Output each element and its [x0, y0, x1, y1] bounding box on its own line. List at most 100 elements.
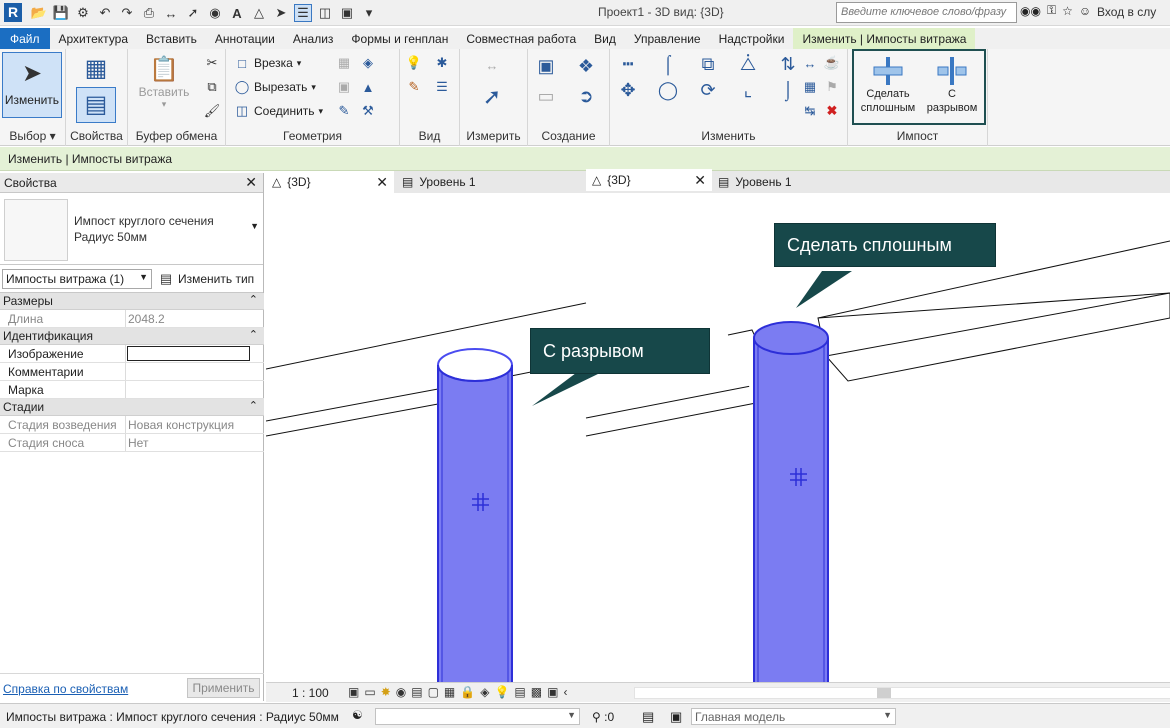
- tab-addins[interactable]: Надстройки: [710, 28, 794, 49]
- instance-filter-select[interactable]: Импосты витража (1) ▼: [2, 269, 152, 289]
- group-select-label[interactable]: Выбор ▾: [0, 129, 65, 143]
- properties-toggle-button[interactable]: ▤: [76, 87, 116, 123]
- cut-geometry-button[interactable]: ◯ Вырезать ▾: [234, 79, 316, 95]
- analytical-model-icon[interactable]: ▣: [547, 685, 558, 699]
- delete-icon[interactable]: ✖: [824, 103, 840, 119]
- override-graphics-icon[interactable]: ✱: [434, 55, 450, 71]
- linework-icon[interactable]: ✎: [406, 79, 422, 95]
- create-similar-icon[interactable]: ➲: [574, 85, 598, 107]
- align-icon[interactable]: ┅: [616, 53, 640, 75]
- binoculars-icon[interactable]: ◉◉: [1020, 4, 1041, 18]
- wall-joins-icon[interactable]: ▦: [336, 55, 352, 71]
- horizontal-scrollbar[interactable]: [634, 687, 1170, 699]
- customize-qat-icon[interactable]: ▾: [360, 4, 378, 22]
- copy-icon[interactable]: ⧉: [204, 79, 220, 95]
- redo-icon[interactable]: ↷: [118, 4, 136, 22]
- workset-select[interactable]: ▼: [375, 708, 580, 725]
- mirror-axis-icon[interactable]: ⧉: [696, 53, 720, 75]
- unpin-icon[interactable]: ☕: [824, 55, 840, 71]
- aligned-dimension-ribbon-icon[interactable]: ➚: [474, 84, 510, 109]
- scroll-left-icon[interactable]: ‹: [563, 685, 567, 699]
- design-option-select[interactable]: Главная модель ▼: [691, 708, 896, 725]
- demolish-icon[interactable]: ▲: [360, 79, 376, 95]
- collapse-caret-icon[interactable]: ⌃: [249, 399, 258, 412]
- match-type-icon[interactable]: 🖌: [204, 103, 221, 119]
- properties-help-link[interactable]: Справка по свойствам: [3, 682, 128, 696]
- editing-requests-icon[interactable]: ▤: [642, 709, 654, 725]
- offset-icon[interactable]: ⌠: [656, 53, 680, 75]
- copy-element-icon[interactable]: ◯: [656, 79, 680, 101]
- shadows-icon[interactable]: ◉: [396, 685, 406, 699]
- close-icon[interactable]: ✕: [694, 172, 706, 189]
- trim-multi-icon[interactable]: ⌡: [776, 79, 800, 101]
- search-input[interactable]: Введите ключевое слово/фразу: [836, 2, 1017, 23]
- reveal-hidden-icon[interactable]: 💡: [494, 685, 509, 699]
- edit-type-button[interactable]: ▤ Изменить тип: [158, 271, 254, 287]
- property-value[interactable]: [126, 381, 264, 398]
- collapse-caret-icon[interactable]: ⌃: [249, 293, 258, 306]
- revit-logo[interactable]: R: [4, 3, 22, 22]
- cope-button[interactable]: □ Врезка ▾: [234, 55, 301, 71]
- tab-file[interactable]: Файл: [0, 28, 50, 49]
- rotate-icon[interactable]: ⟳: [696, 79, 720, 101]
- tab-annotate[interactable]: Аннотации: [206, 28, 284, 49]
- split-face-icon[interactable]: ▣: [336, 79, 352, 95]
- chevron-down-icon[interactable]: ▼: [250, 221, 259, 231]
- subscription-icon[interactable]: ⚿: [1047, 3, 1056, 18]
- trim-extend-icon[interactable]: ⌞: [736, 79, 760, 101]
- render-icon[interactable]: ▤: [411, 685, 422, 699]
- collapse-caret-icon[interactable]: ⌃: [249, 328, 258, 341]
- tab-view[interactable]: Вид: [585, 28, 625, 49]
- sync-icon[interactable]: ⚙: [74, 4, 92, 22]
- split-icon[interactable]: ⇅: [776, 53, 800, 75]
- tag-icon[interactable]: ◉: [206, 4, 224, 22]
- measure-icon[interactable]: ↔: [162, 4, 180, 22]
- view-tab-3d-1[interactable]: △ {3D} ✕: [266, 171, 394, 193]
- property-category[interactable]: Идентификация ⌃: [0, 328, 264, 345]
- view-tab-level1-1[interactable]: ▤ Уровень 1: [396, 171, 586, 193]
- view-tab-level1-2[interactable]: ▤ Уровень 1: [712, 171, 912, 193]
- user-icon[interactable]: ☺: [1079, 4, 1091, 18]
- paint-icon[interactable]: ◈: [360, 55, 376, 71]
- hammer-icon[interactable]: ⚒: [360, 103, 376, 119]
- close-hidden-windows-icon[interactable]: ◫: [316, 4, 334, 22]
- undo-icon[interactable]: ↶: [96, 4, 114, 22]
- split-gap-icon[interactable]: ↔: [802, 55, 818, 71]
- create-parts-icon[interactable]: ▣: [534, 55, 558, 77]
- tab-insert[interactable]: Вставить: [137, 28, 206, 49]
- tab-manage[interactable]: Управление: [625, 28, 710, 49]
- print-icon[interactable]: ⎙: [140, 4, 158, 22]
- type-selector[interactable]: Импост круглого сечения Радиус 50мм ▼: [0, 193, 263, 265]
- 3d-viewport[interactable]: Сделать сплошным С разрывом: [266, 193, 1170, 682]
- property-value[interactable]: [126, 363, 264, 380]
- mirror-draw-icon[interactable]: ⧊: [736, 53, 760, 75]
- temporary-properties-icon[interactable]: ▩: [531, 685, 542, 699]
- detail-level-icon[interactable]: ▣: [348, 685, 359, 699]
- filter-count[interactable]: ⚲ :0: [592, 710, 614, 724]
- join-button[interactable]: ◫ Соединить ▾: [234, 103, 323, 119]
- array-icon[interactable]: ▦: [802, 79, 818, 95]
- cut-icon[interactable]: ✂: [204, 55, 220, 71]
- create-group-icon[interactable]: ❖: [574, 55, 598, 77]
- tab-analyze[interactable]: Анализ: [284, 28, 343, 49]
- sign-in-link[interactable]: Вход в слу: [1097, 5, 1156, 19]
- worksets-icon[interactable]: ☯: [352, 708, 363, 722]
- default-3d-view-icon[interactable]: △: [250, 4, 268, 22]
- star-icon[interactable]: ☆: [1062, 4, 1073, 18]
- design-options-icon[interactable]: ▣: [670, 709, 682, 725]
- thin-lines-icon[interactable]: ☰: [294, 4, 312, 22]
- worksharing-icon[interactable]: ▤: [514, 685, 525, 699]
- text-icon[interactable]: A: [228, 4, 246, 22]
- measure-between-icon[interactable]: ↔: [474, 57, 510, 73]
- lightbulb-icon[interactable]: 💡: [406, 55, 422, 71]
- make-solid-button[interactable]: Сделать сплошным: [856, 55, 920, 115]
- tab-architecture[interactable]: Архитектура: [50, 28, 138, 49]
- scrollbar-thumb[interactable]: [877, 688, 891, 698]
- show-crop-icon[interactable]: ▦: [444, 685, 455, 699]
- section-icon[interactable]: ➤: [272, 4, 290, 22]
- open-icon[interactable]: 📂: [30, 4, 48, 22]
- type-properties-button[interactable]: ▦: [78, 52, 114, 84]
- paste-button[interactable]: 📋 Вставить ▾: [134, 53, 194, 110]
- save-icon[interactable]: 💾: [52, 4, 70, 22]
- tab-massing-site[interactable]: Формы и генплан: [342, 28, 457, 49]
